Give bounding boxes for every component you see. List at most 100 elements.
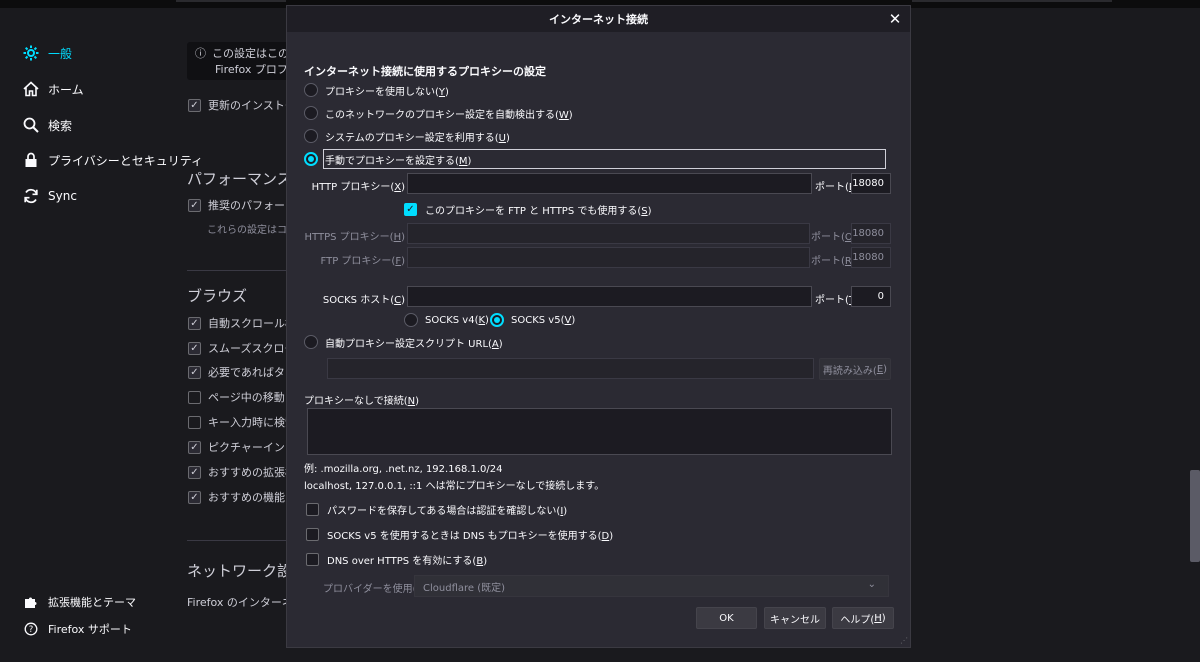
dns-over-https-check[interactable]: DNS over HTTPS を有効にする(B)	[306, 550, 487, 568]
socks-port-input[interactable]: 0	[851, 286, 891, 307]
checkbox-checked[interactable]: ✓	[404, 202, 417, 216]
provider-select[interactable]: Cloudflare (既定) ⌄	[414, 575, 889, 597]
radio-socks-v4[interactable]: SOCKS v4(K)	[404, 311, 489, 329]
info-icon: ⓘ	[195, 47, 206, 60]
radio-button[interactable]	[304, 129, 318, 143]
radio-label: 手動でプロキシーを設定する(M)	[325, 155, 472, 167]
checkbox-unchecked[interactable]	[188, 390, 201, 404]
no-proxy-textarea[interactable]	[307, 408, 892, 455]
reload-button[interactable]: 再読み込み(E)	[819, 358, 891, 380]
sidebar-item-addons[interactable]: 拡張機能とテーマ	[22, 589, 136, 615]
radio-no-proxy[interactable]: プロキシーを使用しない(Y)	[304, 81, 449, 99]
svg-text:?: ?	[29, 625, 34, 635]
auto-config-url-input[interactable]	[327, 358, 814, 379]
sync-icon	[22, 187, 40, 205]
checkbox-unchecked[interactable]	[188, 415, 201, 429]
browsing-check[interactable]: キー入力時に検索	[188, 414, 296, 430]
sidebar-item-label: Firefox サポート	[48, 623, 132, 636]
browsing-check[interactable]: ✓ おすすめの機能を	[188, 489, 296, 505]
radio-system-proxy[interactable]: システムのプロキシー設定を利用する(U)	[304, 127, 510, 145]
http-proxy-input[interactable]	[407, 173, 812, 194]
provider-value: Cloudflare (既定)	[423, 582, 506, 594]
radio-label: SOCKS v4(K)	[425, 314, 489, 326]
browsing-check[interactable]: ✓ おすすめの拡張機	[188, 464, 296, 480]
checkbox-checked[interactable]: ✓	[188, 440, 201, 454]
connection-settings-dialog: インターネット接続 ✕ インターネット接続に使用するプロキシーの設定 プロキシー…	[286, 5, 911, 648]
radio-button-selected[interactable]	[490, 313, 504, 327]
close-icon[interactable]: ✕	[886, 10, 904, 28]
socks-dns-check[interactable]: SOCKS v5 を使用するときは DNS もプロキシーを使用する(D)	[306, 525, 613, 543]
https-proxy-input[interactable]	[407, 223, 810, 244]
checkbox-checked[interactable]: ✓	[188, 98, 201, 112]
check-label: DNS over HTTPS を有効にする(B)	[327, 555, 488, 567]
checkbox-unchecked[interactable]	[306, 527, 319, 541]
ftp-port-input[interactable]: 18080	[851, 247, 891, 268]
socks-host-input[interactable]	[407, 286, 812, 307]
check-label: おすすめの拡張機	[208, 466, 296, 479]
socks-host-label: SOCKS ホスト(C)	[322, 295, 405, 306]
sidebar-item-support[interactable]: ? Firefox サポート	[22, 616, 132, 642]
check-label: おすすめの機能を	[208, 491, 296, 504]
http-proxy-label: HTTP プロキシー(X)	[311, 182, 405, 193]
no-auth-prompt-check[interactable]: パスワードを保存してある場合は認証を確認しない(I)	[306, 500, 567, 518]
sidebar-item-sync[interactable]: Sync	[22, 183, 77, 209]
lock-icon	[22, 151, 40, 169]
https-port-input[interactable]: 18080	[851, 223, 891, 244]
radio-button[interactable]	[304, 83, 318, 97]
resize-grip-icon[interactable]: ⋰	[900, 636, 908, 645]
radio-auto-detect[interactable]: このネットワークのプロキシー設定を自動検出する(W)	[304, 104, 573, 122]
check-label: このプロキシーを FTP と HTTPS でも使用する(S)	[425, 205, 652, 217]
sidebar-item-general[interactable]: 一般	[22, 40, 72, 66]
sidebar-item-label: Sync	[48, 189, 77, 203]
http-port-label: ポート(P)	[815, 182, 859, 193]
sidebar-item-label: プライバシーとセキュリティ	[48, 153, 204, 168]
sidebar-item-privacy[interactable]: プライバシーとセキュリティ	[22, 147, 203, 173]
same-proxy-check[interactable]: ✓ このプロキシーを FTP と HTTPS でも使用する(S)	[404, 200, 652, 218]
radio-button[interactable]	[404, 313, 418, 327]
checkbox-checked[interactable]: ✓	[188, 316, 201, 330]
radio-auto-config-url[interactable]: 自動プロキシー設定スクリプト URL(A)	[304, 333, 503, 351]
dialog-title: インターネット接続	[549, 13, 648, 26]
check-label: SOCKS v5 を使用するときは DNS もプロキシーを使用する(D)	[327, 530, 614, 542]
section-title: インターネット接続に使用するプロキシーの設定	[304, 65, 546, 78]
provider-label: プロバイダーを使用(P)	[323, 584, 426, 595]
ftp-proxy-input[interactable]	[407, 247, 810, 268]
notice-line1: この設定はこの端	[212, 47, 297, 60]
checkbox-checked[interactable]: ✓	[188, 490, 201, 504]
http-port-input[interactable]: 18080	[851, 173, 891, 194]
ok-button[interactable]: OK	[696, 607, 757, 629]
radio-label: 自動プロキシー設定スクリプト URL(A)	[325, 338, 503, 350]
page-scrollbar[interactable]	[1190, 470, 1200, 562]
puzzle-icon	[22, 593, 40, 611]
checkbox-checked[interactable]: ✓	[188, 365, 201, 379]
checkbox-unchecked[interactable]	[306, 552, 319, 566]
radio-button[interactable]	[304, 335, 318, 349]
cancel-button[interactable]: キャンセル	[764, 607, 826, 629]
radio-button-selected[interactable]	[304, 152, 318, 166]
sidebar-item-label: ホーム	[48, 82, 84, 97]
sidebar-item-label: 拡張機能とテーマ	[48, 596, 136, 609]
ftp-port-label: ポート(R)	[811, 256, 856, 267]
radio-manual-proxy[interactable]: 手動でプロキシーを設定する(M)	[304, 150, 471, 168]
sidebar-item-search[interactable]: 検索	[22, 112, 72, 138]
checkbox-checked[interactable]: ✓	[188, 465, 201, 479]
radio-socks-v5[interactable]: SOCKS v5(V)	[490, 311, 575, 329]
check-label: キー入力時に検索	[208, 416, 296, 429]
sidebar-item-home[interactable]: ホーム	[22, 76, 84, 102]
divider	[187, 540, 287, 541]
dialog-titlebar[interactable]: インターネット接続	[287, 6, 910, 32]
search-icon	[22, 116, 40, 134]
performance-heading: パフォーマンス	[187, 170, 292, 188]
checkbox-checked[interactable]: ✓	[188, 341, 201, 355]
radio-label: システムのプロキシー設定を利用する(U)	[325, 132, 510, 144]
radio-label: SOCKS v5(V)	[511, 314, 576, 326]
https-port-label: ポート(O)	[811, 232, 857, 243]
checkbox-unchecked[interactable]	[306, 502, 319, 516]
help-button[interactable]: ヘルプ(H)	[832, 607, 894, 629]
home-icon	[22, 80, 40, 98]
checkbox-checked[interactable]: ✓	[188, 198, 201, 212]
chevron-down-icon: ⌄	[867, 579, 876, 590]
radio-button[interactable]	[304, 106, 318, 120]
info-notice: ⓘ この設定はこの端 Firefox プロファイ	[187, 42, 297, 80]
no-proxy-note: localhost, 127.0.0.1, ::1 へは常にプロキシーなしで接続…	[304, 481, 605, 492]
